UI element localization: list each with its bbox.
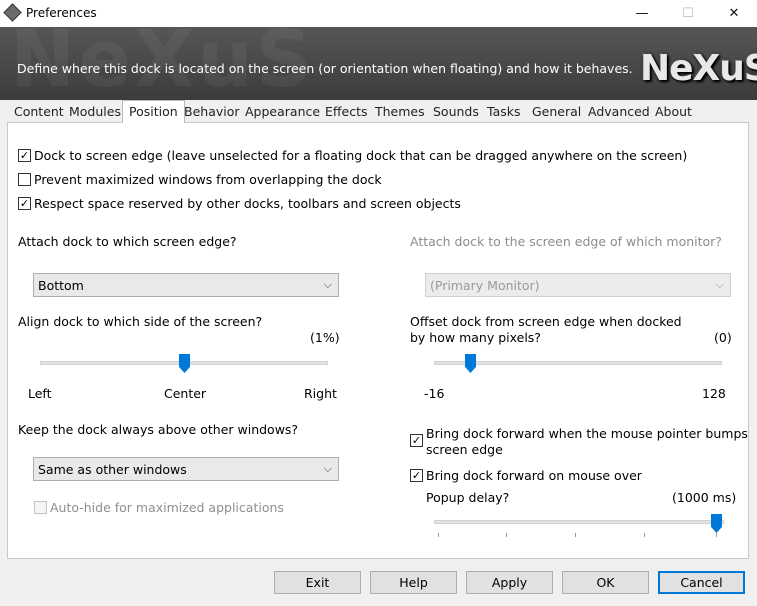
attach-monitor-select: (Primary Monitor) ⌵ [425,273,731,297]
tab-effects[interactable]: Effects [319,103,374,122]
tab-general[interactable]: General [526,103,587,122]
attach-edge-select[interactable]: Bottom ⌵ [33,273,339,297]
prevent-overlap-label: Prevent maximized windows from overlappi… [34,172,382,187]
align-mid-label: Center [164,386,207,401]
bring-forward-bump-checkbox[interactable]: ✓ [410,434,423,447]
chevron-down-icon: ⌵ [323,278,332,291]
dock-to-edge-label: Dock to screen edge (leave unselected fo… [34,148,688,163]
popup-delay-value: (1000 ms) [672,490,737,505]
offset-max-label: 128 [702,386,726,401]
tab-sounds[interactable]: Sounds [427,103,485,122]
tab-advanced[interactable]: Advanced [582,103,656,122]
header-banner: NeXuS Define where this dock is located … [0,27,757,100]
auto-hide-checkbox [34,501,47,514]
offset-label: Offset dock from screen edge when docked [410,314,682,329]
slider-tick [716,533,717,537]
respect-space-label: Respect space reserved by other docks, t… [34,196,461,211]
tab-modules[interactable]: Modules [63,103,127,122]
maximize-button[interactable]: ☐ [665,0,711,27]
apply-button[interactable]: Apply [466,571,553,594]
prevent-overlap-checkbox[interactable] [18,173,31,186]
close-button[interactable]: ✕ [711,0,757,27]
ok-button[interactable]: OK [562,571,649,594]
attach-monitor-value: (Primary Monitor) [430,278,540,293]
attach-edge-label: Attach dock to which screen edge? [18,234,237,249]
attach-monitor-label: Attach dock to the screen edge of which … [410,234,722,249]
tab-about[interactable]: About [649,103,698,122]
align-max-label: Right [304,386,337,401]
attach-edge-value: Bottom [38,278,84,293]
popup-delay-label: Popup delay? [426,490,510,505]
cancel-button[interactable]: Cancel [658,571,745,594]
help-button[interactable]: Help [370,571,457,594]
offset-min-label: -16 [424,386,445,401]
tab-tasks[interactable]: Tasks [481,103,527,122]
dock-to-edge-checkbox[interactable]: ✓ [18,149,31,162]
respect-space-checkbox[interactable]: ✓ [18,197,31,210]
slider-tick [575,533,576,537]
bring-forward-over-checkbox[interactable]: ✓ [410,469,423,482]
bring-forward-bump-label-line2: screen edge [426,442,503,457]
keep-above-select[interactable]: Same as other windows ⌵ [33,457,339,481]
popup-delay-slider-track[interactable] [434,520,724,524]
exit-button[interactable]: Exit [274,571,361,594]
keep-above-value: Same as other windows [38,462,187,477]
tab-appearance[interactable]: Appearance [239,103,326,122]
bring-forward-over-label: Bring dock forward on mouse over [426,468,642,483]
tab-content[interactable]: Content [8,103,70,122]
keep-above-label: Keep the dock always above other windows… [18,422,299,437]
align-min-label: Left [28,386,52,401]
slider-tick [438,533,439,537]
tab-position[interactable]: Position [122,100,185,123]
slider-tick [506,533,507,537]
minimize-button[interactable]: — [619,0,665,27]
offset-slider-track[interactable] [434,361,722,365]
chevron-down-icon: ⌵ [323,462,332,475]
slider-tick [644,533,645,537]
banner-description: Define where this dock is located on the… [17,61,633,76]
bring-forward-bump-label: Bring dock forward when the mouse pointe… [426,426,748,441]
align-label: Align dock to which side of the screen? [18,314,263,329]
window-title: Preferences [26,6,97,20]
auto-hide-label: Auto-hide for maximized applications [50,500,284,515]
position-panel [7,122,749,559]
align-value: (1%) [310,330,340,345]
offset-label-line2: by how many pixels? [410,330,541,345]
chevron-down-icon: ⌵ [715,278,724,291]
offset-value: (0) [714,330,732,345]
tab-themes[interactable]: Themes [369,103,431,122]
tab-behavior[interactable]: Behavior [178,103,246,122]
nexus-logo: NeXuS [640,48,757,89]
